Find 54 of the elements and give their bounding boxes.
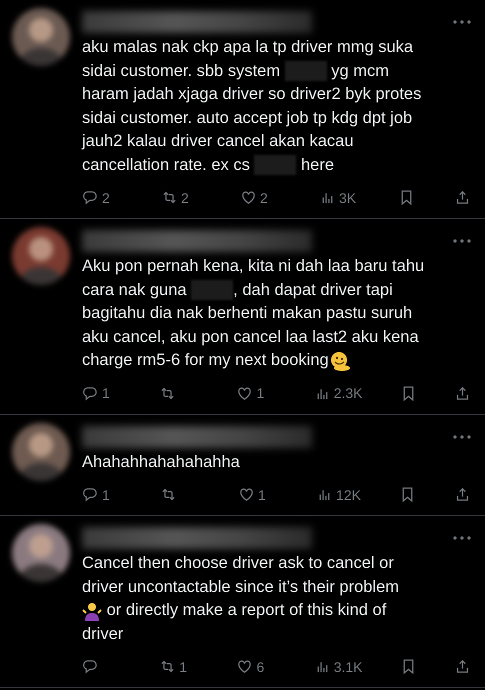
tweet-text: jauh2 kalau driver cancel akan kacau (82, 131, 354, 152)
repost-button[interactable]: 2 (161, 189, 201, 206)
reply-icon (82, 189, 99, 206)
shrugging-figure-icon (82, 600, 102, 621)
views-button[interactable]: 3K (319, 189, 359, 206)
tweet-text: bagitahu dia nak berhenti makan pastu suruh (82, 303, 412, 324)
repost-icon (160, 486, 178, 503)
more-icon[interactable] (453, 434, 471, 438)
tweet-text: driver uncontactable since it’s their problem (82, 576, 400, 598)
tweet-text: haram jadah xjaga driver so driver2 byk protes (82, 84, 422, 105)
reply-icon (82, 658, 99, 675)
share-icon (454, 486, 471, 503)
tweet-text: , dah dapat driver tapi (233, 280, 393, 300)
reply-button[interactable]: 1 (82, 384, 122, 402)
redaction-block (284, 61, 327, 82)
tweet-text: driver (82, 624, 124, 644)
redaction-block (254, 155, 296, 176)
tweet-text: or directly make a report of this kind of (106, 600, 386, 621)
like-button[interactable]: 6 (236, 658, 276, 675)
repost-button[interactable]: 1 (159, 658, 200, 675)
redaction-block (191, 280, 234, 300)
tweet-text: aku cancel, aku pon cancel laa last2 aku kena (82, 326, 419, 348)
tweet-text: Aku pon pernah kena, kita ni dah laa baru tahu (82, 256, 424, 277)
more-icon[interactable] (453, 536, 471, 540)
tweet-text: yg mcm (330, 60, 390, 82)
views-button[interactable]: 3.1K (314, 658, 363, 675)
heart-icon (240, 189, 257, 206)
reply-button[interactable]: 2 (82, 189, 122, 206)
more-icon[interactable] (453, 20, 471, 24)
repost-icon (161, 189, 178, 206)
like-button[interactable]: 2 (240, 189, 280, 206)
share-icon (454, 189, 471, 206)
tweet-text: cara nak guna (82, 280, 188, 300)
tweet-text: sidai customer. sbb system (82, 60, 282, 82)
tweet-text: sidai customer. auto accept job tp kdg dpt job (82, 108, 412, 128)
reply-icon (82, 486, 99, 503)
reply-button[interactable]: 1 (82, 486, 122, 503)
like-button[interactable]: 1 (236, 384, 276, 402)
tweet-text: Cancel then choose driver ask to cancel or (82, 553, 394, 574)
views-button[interactable]: 12K (316, 486, 361, 503)
tweet-text: aku malas nak ckp apa la tp driver mmg suka (82, 37, 414, 58)
like-button[interactable]: 1 (238, 486, 278, 503)
more-icon[interactable] (453, 239, 471, 243)
tweet-text: here (300, 154, 334, 176)
smiley-icon (328, 350, 351, 371)
tweet-text: cancellation rate. ex cs (82, 154, 251, 176)
tweet-text: charge rm5-6 for my next booking (82, 350, 329, 371)
heart-icon (238, 486, 256, 503)
heart-icon (236, 384, 254, 402)
heart-icon (236, 658, 254, 675)
views-button[interactable]: 2.3K (314, 384, 363, 402)
reply-icon (82, 384, 99, 402)
tweet-text: Ahahahhahahahahha (82, 452, 240, 472)
repost-icon (159, 658, 176, 675)
